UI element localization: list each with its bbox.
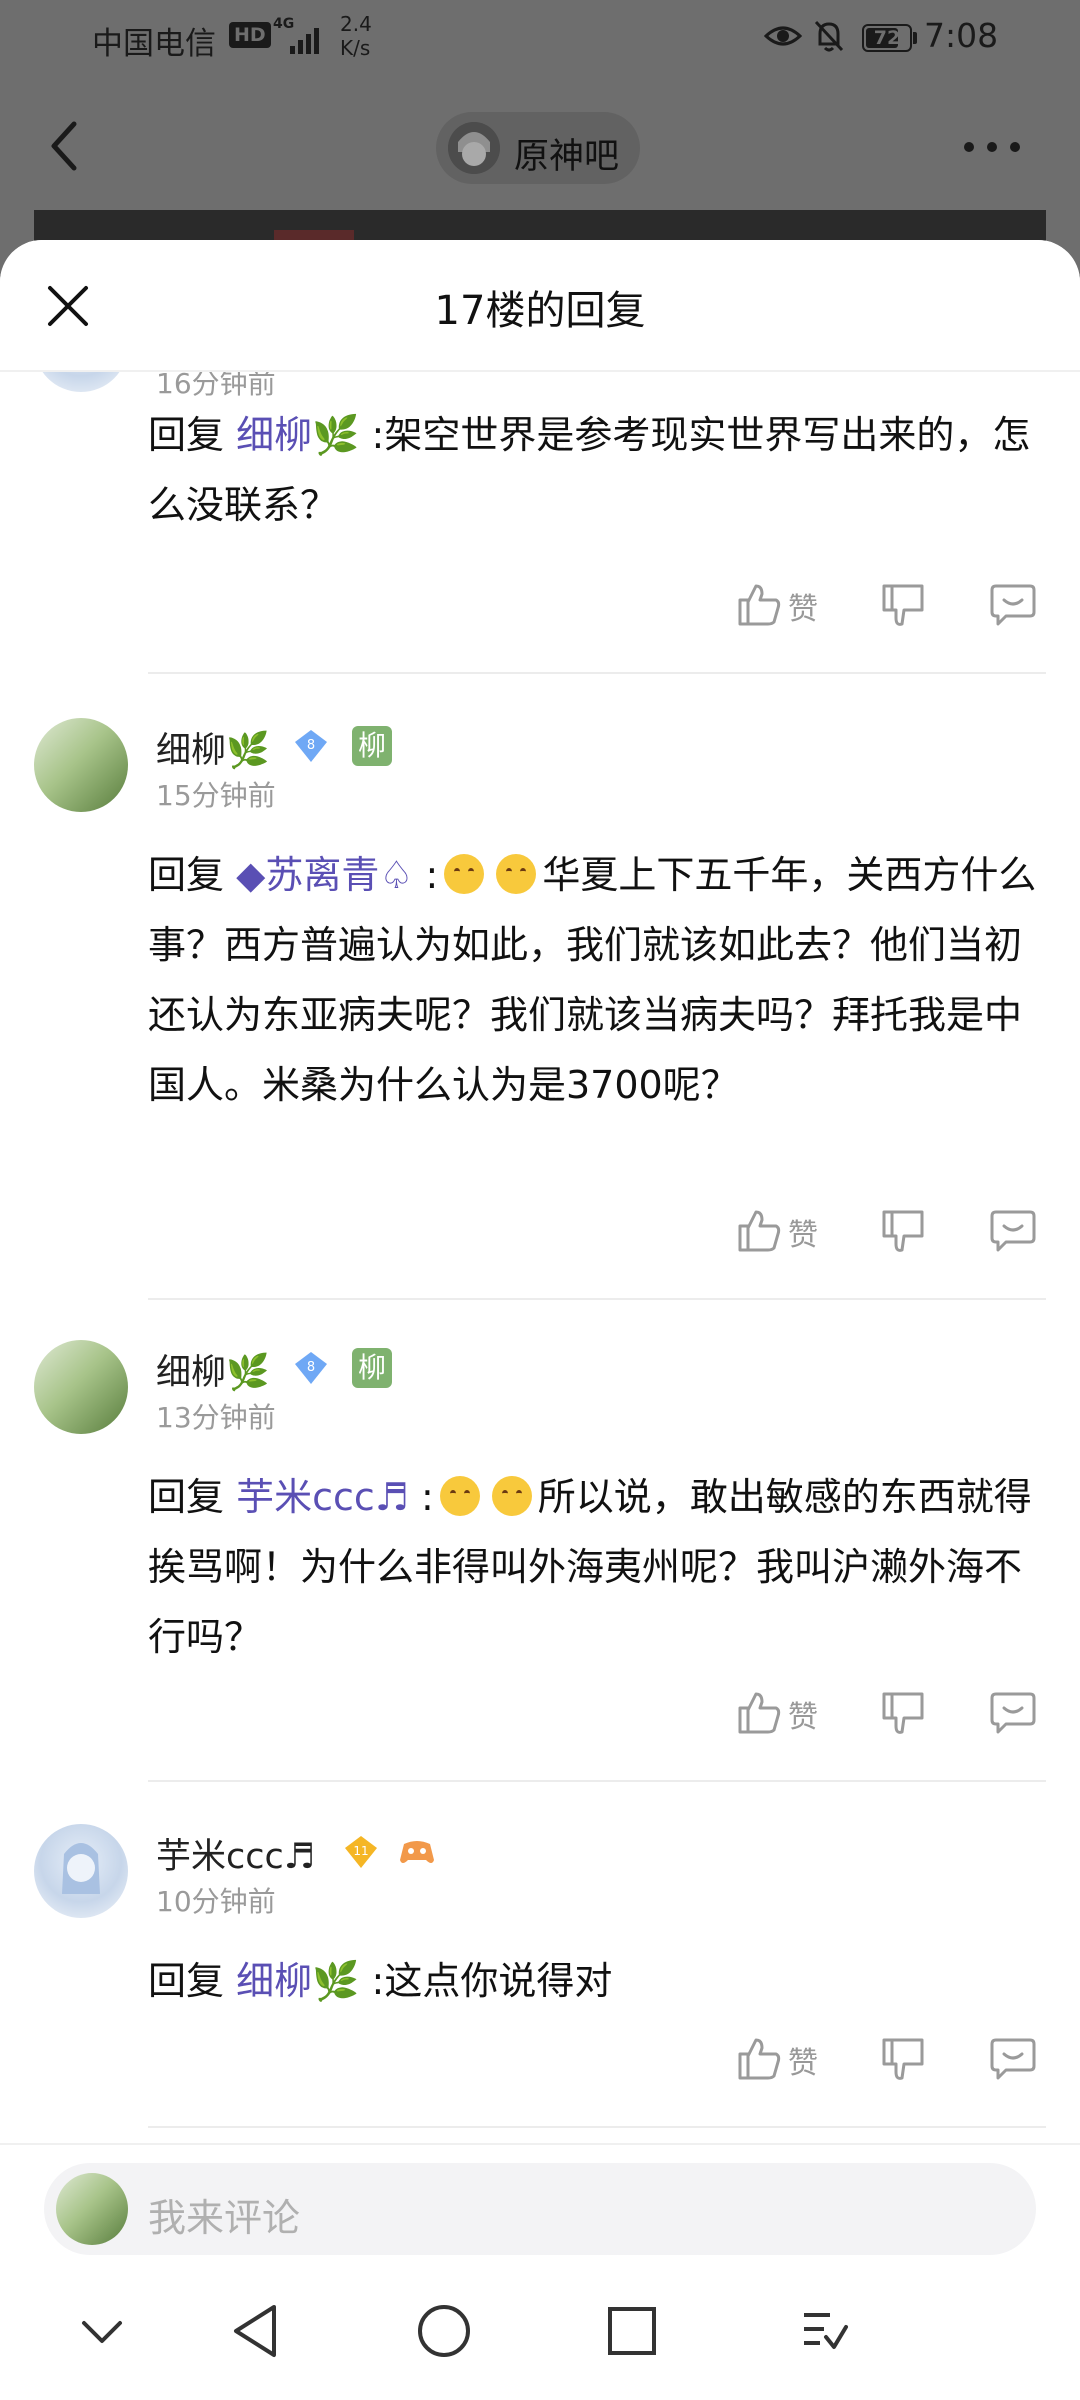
mention-link[interactable]: 细柳🌿 [236, 413, 359, 457]
more-icon[interactable] [962, 140, 1022, 154]
reply-actions: 赞 [0, 574, 1080, 634]
nav-menu-icon[interactable] [800, 2307, 850, 2357]
reply-actions: 赞 [0, 2028, 1080, 2088]
nav-recent-icon[interactable] [606, 2305, 658, 2357]
reply-time: 13分钟前 [156, 1401, 276, 1434]
clock-time: 7:08 [924, 16, 999, 55]
comment-placeholder: 我来评论 [148, 2196, 301, 2240]
nav-down-icon[interactable] [80, 2319, 124, 2345]
forum-header: 原神吧 [0, 78, 1080, 208]
reply-icon[interactable] [990, 2036, 1036, 2080]
emoji-icon [439, 1476, 480, 1516]
reply-time: 15分钟前 [156, 779, 276, 812]
like-icon[interactable] [736, 1688, 782, 1736]
svg-text:8: 8 [307, 1360, 315, 1375]
username[interactable]: 细柳🌿 [156, 1344, 270, 1395]
divider [148, 672, 1046, 674]
nav-back-icon[interactable] [230, 2303, 280, 2359]
like-icon[interactable] [736, 1206, 782, 1254]
level-badge-icon: 11 [345, 1836, 377, 1868]
battery-tip [913, 32, 917, 44]
like-label[interactable]: 赞 [788, 1692, 818, 1736]
avatar[interactable] [34, 1824, 128, 1918]
reply-actions: 赞 [0, 1200, 1080, 1260]
reply-content: 回复 ◆苏离青♤ : 华夏上下五千年，关西方什么事？西方普遍认为如此，我们就该如此… [148, 853, 1037, 1107]
emoji-icon [496, 854, 537, 894]
forum-tag: 柳 [352, 726, 392, 766]
divider [148, 2126, 1046, 2128]
avatar [56, 2173, 128, 2245]
forum-name: 原神吧 [514, 137, 620, 177]
sheet-title: 17楼的回复 [434, 288, 646, 334]
battery-icon: 72 [862, 24, 912, 52]
avatar[interactable] [34, 1340, 128, 1434]
status-bar: 中国电信 HD 4G 2.4 K/s 72 7:08 [0, 0, 1080, 78]
reply-time: 10分钟前 [156, 1885, 276, 1918]
username[interactable]: 细柳🌿 [156, 722, 270, 773]
game-badge-icon [400, 1841, 434, 1863]
reply-content: 回复 细柳🌿 :这点你说得对 [148, 1959, 613, 2003]
level-badge-icon: 8 [295, 1352, 327, 1384]
like-label[interactable]: 赞 [788, 584, 818, 628]
svg-text:8: 8 [307, 738, 315, 753]
forum-avatar [448, 122, 500, 174]
reply-content: 回复 芋米ccc♬ : 所以说，敢出敏感的东西就得挨骂啊！为什么非得叫外海夷州呢？… [148, 1475, 1032, 1659]
emoji-icon [444, 854, 485, 894]
bell-muted-icon [814, 20, 844, 52]
reply-list[interactable]: 16分钟前 回复 细柳🌿 :架空世界是参考现实世界写出来的，怎么没联系？ 赞 细… [0, 370, 1080, 2143]
dislike-icon[interactable] [880, 1690, 926, 1738]
network-speed: 2.4 K/s [340, 12, 372, 60]
comment-input[interactable]: 我来评论 [44, 2163, 1036, 2255]
like-icon[interactable] [736, 2034, 782, 2082]
system-nav-bar [0, 2263, 1080, 2400]
forum-name-pill[interactable]: 原神吧 [436, 112, 640, 184]
dislike-icon[interactable] [880, 582, 926, 630]
dislike-icon[interactable] [880, 2036, 926, 2084]
back-icon[interactable] [44, 118, 84, 174]
reply-time: 16分钟前 [156, 370, 276, 400]
level-badge-icon: 8 [295, 730, 327, 762]
mention-link[interactable]: ◆苏离青♤ [236, 853, 413, 897]
dislike-icon[interactable] [880, 1208, 926, 1256]
carrier-name: 中国电信 [92, 26, 216, 62]
reply-actions: 赞 [0, 1682, 1080, 1742]
mention-link[interactable]: 芋米ccc♬ [236, 1475, 409, 1519]
sheet-header: 17楼的回复 [0, 240, 1080, 372]
like-label[interactable]: 赞 [788, 2038, 818, 2082]
emoji-icon [491, 1476, 532, 1516]
comment-bar: 我来评论 [0, 2143, 1080, 2265]
nav-home-icon[interactable] [416, 2303, 472, 2359]
reply-icon[interactable] [990, 1208, 1036, 1252]
like-label[interactable]: 赞 [788, 1210, 818, 1254]
reply-icon[interactable] [990, 1690, 1036, 1734]
divider [148, 1298, 1046, 1300]
forum-tag: 柳 [352, 1348, 392, 1388]
avatar[interactable] [34, 718, 128, 812]
reply-icon[interactable] [990, 582, 1036, 626]
like-icon[interactable] [736, 580, 782, 628]
svg-text:11: 11 [353, 1844, 368, 1858]
divider [148, 1780, 1046, 1782]
reply-sheet: 17楼的回复 16分钟前 回复 细柳🌿 :架空世界是参考现实世界写出来的，怎么没… [0, 240, 1080, 2400]
mention-link[interactable]: 细柳🌿 [236, 1959, 359, 2003]
eye-icon [764, 26, 802, 46]
username[interactable]: 芋米ccc♬ [156, 1828, 315, 1879]
hd-badge: HD [229, 22, 271, 48]
avatar[interactable] [34, 370, 128, 392]
reply-content: 回复 细柳🌿 :架空世界是参考现实世界写出来的，怎么没联系？ [148, 413, 1031, 527]
signal-icon [290, 28, 319, 54]
